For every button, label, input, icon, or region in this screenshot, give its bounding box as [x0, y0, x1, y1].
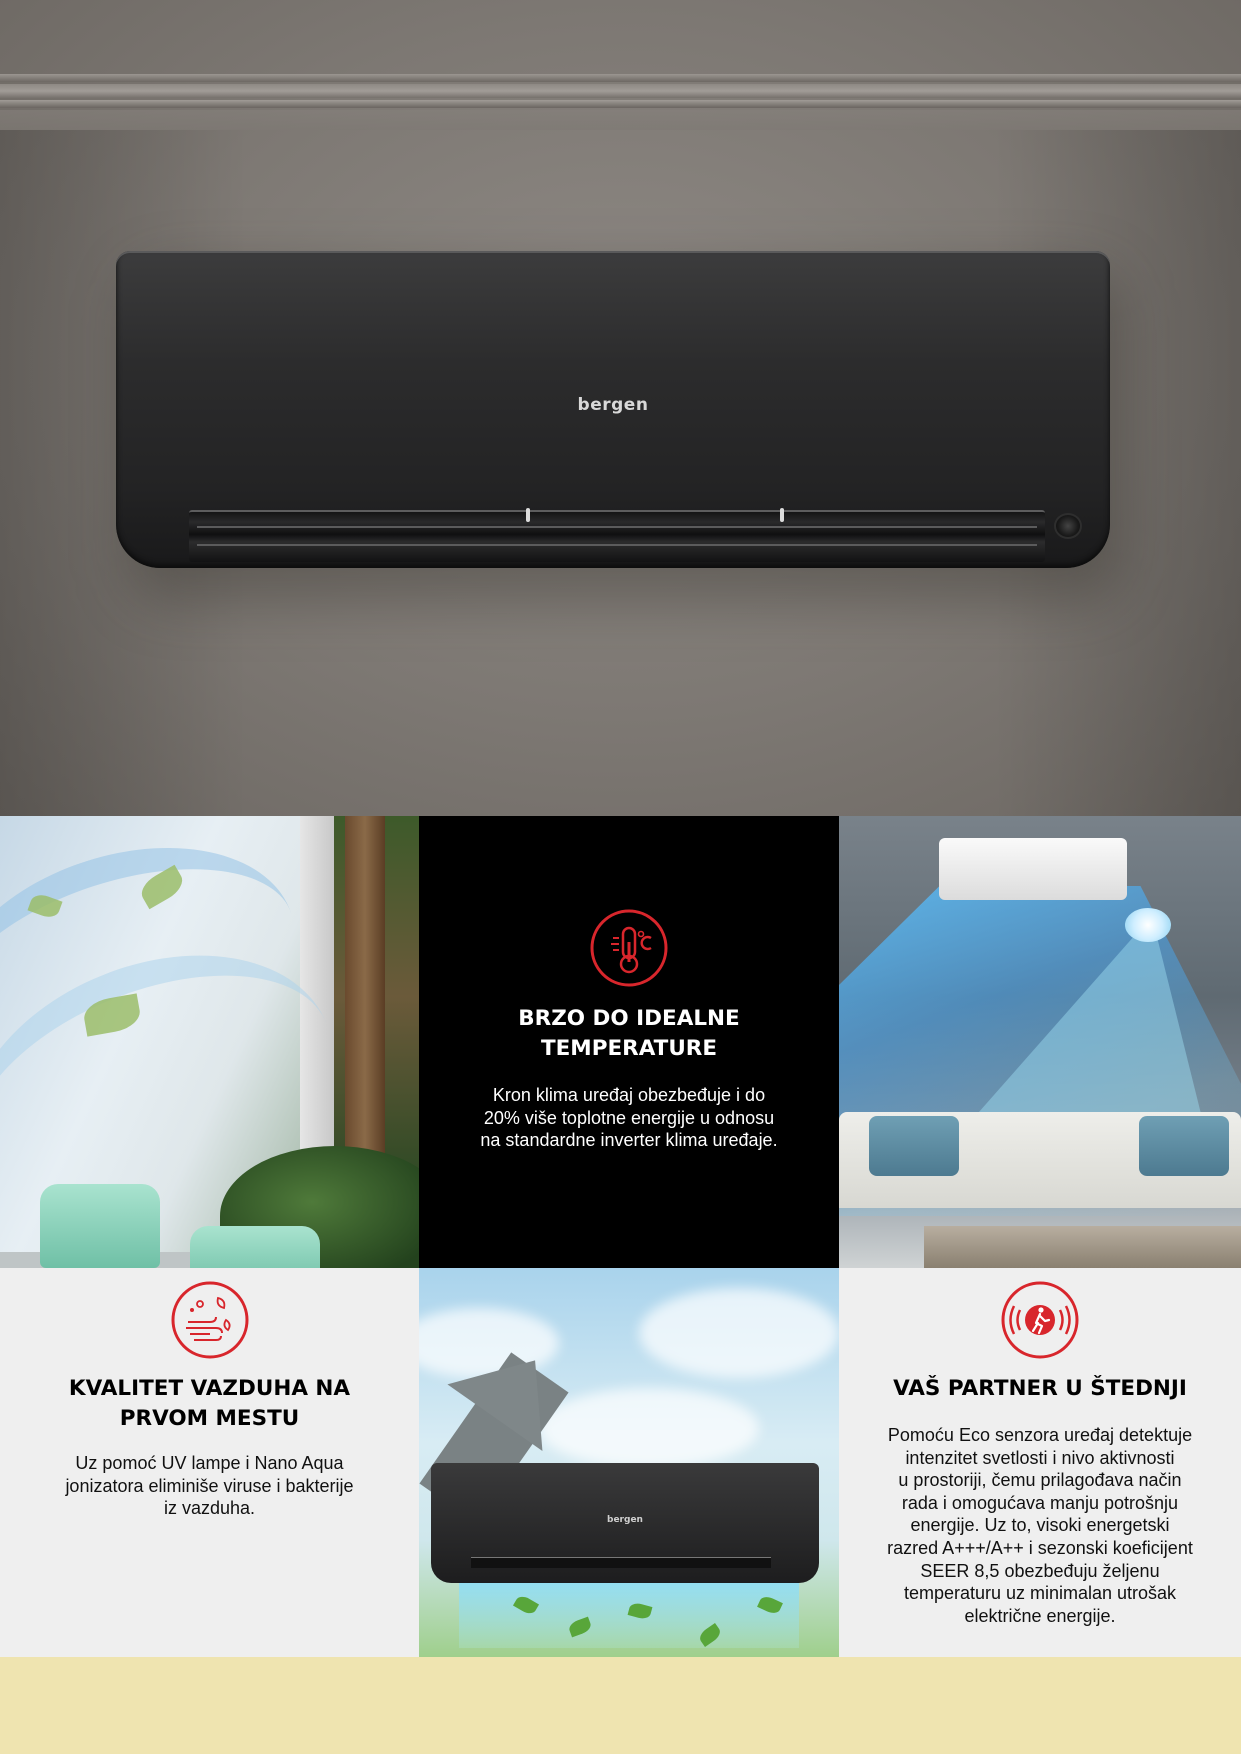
unit-brand-logo: bergen: [577, 395, 649, 415]
feature-air-quality: KVALITET VAZDUHA NA PRVOM MESTU Uz pomoć…: [0, 1268, 419, 1657]
motion-sensor-person-icon: [1000, 1280, 1080, 1364]
air-conditioner-unit: bergen: [116, 251, 1110, 568]
wall-molding: [0, 100, 1241, 108]
feature-title: BRZO DO IDEALNE TEMPERATURE: [518, 1006, 740, 1061]
unit-air-vent: [189, 508, 1045, 562]
air-conditioner-unit: bergen: [431, 1463, 819, 1583]
air-purification-icon: [170, 1280, 250, 1364]
eco-sensor-photo: [839, 816, 1241, 1268]
wall-molding: [0, 84, 1241, 98]
feature-description: Kron klima uređaj obezbeđuje i do 20% vi…: [480, 1085, 778, 1151]
hero-image: bergen: [0, 0, 1241, 816]
footer-band: [0, 1657, 1241, 1754]
unit-sensor: [1054, 513, 1082, 539]
feature-temperature: BRZO DO IDEALNE TEMPERATURE Kron klima u…: [419, 816, 839, 1268]
wall-molding: [0, 110, 1241, 130]
feature-savings: VAŠ PARTNER U ŠTEDNJI Pomoću Eco senzora…: [839, 1268, 1241, 1657]
thermometer-celsius-icon: [589, 908, 669, 992]
feature-description: Pomoću Eco senzora uređaj detektuje inte…: [887, 1425, 1193, 1626]
fresh-air-photo: [0, 816, 419, 1268]
feature-title: KVALITET VAZDUHA NA PRVOM MESTU: [68, 1376, 351, 1431]
wall-molding: [0, 74, 1241, 82]
feature-title: VAŠ PARTNER U ŠTEDNJI: [893, 1376, 1187, 1401]
unit-sky-photo: bergen: [419, 1268, 839, 1657]
feature-description: Uz pomoć UV lampe i Nano Aqua jonizatora…: [65, 1453, 354, 1519]
